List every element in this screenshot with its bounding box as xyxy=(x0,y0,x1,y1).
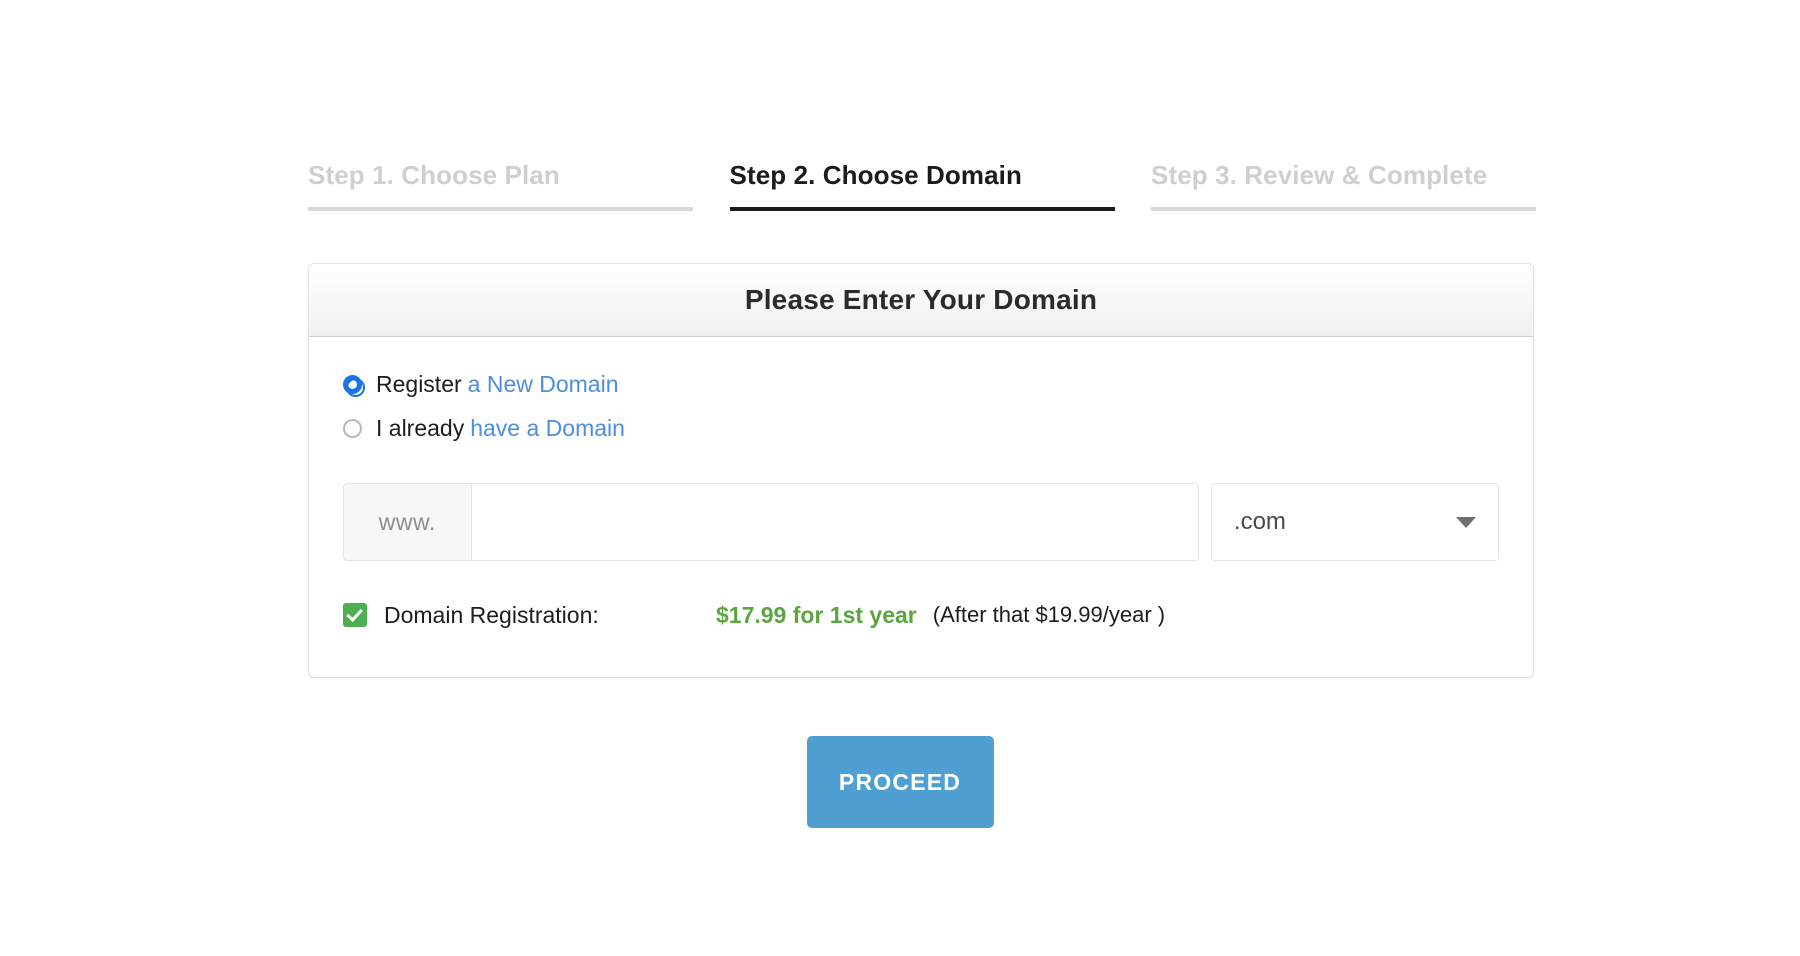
chevron-down-icon xyxy=(1456,517,1476,528)
domain-registration-label: Domain Registration: xyxy=(384,602,716,629)
page-root: Step 1. Choose Plan Step 2. Choose Domai… xyxy=(0,0,1800,956)
domain-registration-renewal-note: (After that $19.99/year ) xyxy=(933,602,1165,628)
option-existing-domain[interactable]: I alreadyhave a Domain xyxy=(343,411,1499,445)
step-1-label: Step 1. Choose Plan xyxy=(308,160,560,190)
checkout-steps: Step 1. Choose Plan Step 2. Choose Domai… xyxy=(308,160,1536,211)
card-title: Please Enter Your Domain xyxy=(745,284,1097,316)
radio-existing-domain[interactable] xyxy=(343,419,362,438)
card-header: Please Enter Your Domain xyxy=(309,264,1533,337)
domain-name-input[interactable] xyxy=(472,483,1199,561)
option-existing-text: I already xyxy=(376,415,464,441)
link-have-a-domain[interactable]: have a Domain xyxy=(470,415,625,441)
step-1-choose-plan[interactable]: Step 1. Choose Plan xyxy=(308,160,693,211)
domain-input-group: www. .com xyxy=(343,483,1499,561)
option-register-new-domain[interactable]: Registera New Domain xyxy=(343,367,1499,401)
card-body: Registera New Domain I alreadyhave a Dom… xyxy=(309,337,1533,677)
radio-register-new-domain[interactable] xyxy=(343,375,362,394)
www-prefix-label: www. xyxy=(343,483,472,561)
step-2-label: Step 2. Choose Domain xyxy=(730,160,1022,190)
tld-selected-value: .com xyxy=(1234,508,1286,536)
option-existing-label: I alreadyhave a Domain xyxy=(376,415,625,442)
link-a-new-domain[interactable]: a New Domain xyxy=(468,371,619,397)
domain-card: Please Enter Your Domain Registera New D… xyxy=(308,263,1534,678)
step-3-review-complete[interactable]: Step 3. Review & Complete xyxy=(1151,160,1536,211)
proceed-button-container: PROCEED xyxy=(0,736,1800,828)
option-register-text: Register xyxy=(376,371,462,397)
domain-registration-price: $17.99 for 1st year xyxy=(716,602,917,629)
step-2-choose-domain[interactable]: Step 2. Choose Domain xyxy=(730,160,1115,211)
proceed-button[interactable]: PROCEED xyxy=(807,736,994,828)
domain-registration-checkbox[interactable] xyxy=(343,603,367,627)
tld-select[interactable]: .com xyxy=(1211,483,1499,561)
step-3-label: Step 3. Review & Complete xyxy=(1151,160,1487,190)
domain-registration-row: Domain Registration: $17.99 for 1st year… xyxy=(343,599,1499,631)
option-register-label: Registera New Domain xyxy=(376,371,619,398)
